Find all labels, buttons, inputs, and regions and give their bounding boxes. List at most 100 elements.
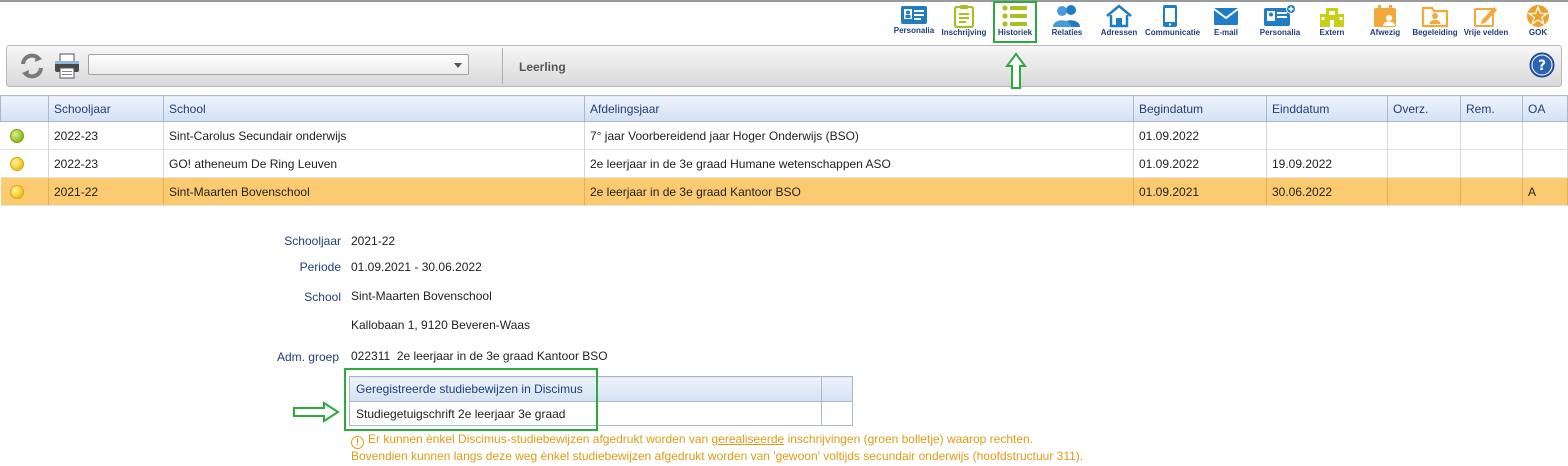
cell-rem <box>1460 177 1523 206</box>
cell-begindatum: 01.09.2021 <box>1133 177 1267 206</box>
school-label: School <box>304 290 341 304</box>
context-select[interactable] <box>88 54 469 75</box>
nav-personalia-extra[interactable]: Personalia <box>1252 3 1308 43</box>
adm-groep-value: 022311 2e leerjaar in de 3e graad Kantoo… <box>351 349 608 363</box>
col-einddatum[interactable]: Einddatum <box>1266 95 1388 122</box>
studiebewijzen-header-extra <box>821 376 853 402</box>
cell-overz <box>1387 177 1461 206</box>
chevron-down-icon <box>454 63 462 68</box>
warning-text-1b: inschrijvingen (groen bolletje) waarop r… <box>784 432 1034 446</box>
col-school[interactable]: School <box>163 95 585 122</box>
cell-schooljaar: 2022-23 <box>48 149 164 178</box>
cell-overz <box>1387 149 1461 178</box>
col-status[interactable] <box>0 95 49 122</box>
table-row[interactable]: 2022-23 GO! atheneum De Ring Leuven 2e l… <box>0 149 1568 178</box>
table-row[interactable]: 2022-23 Sint-Carolus Secundair onderwijs… <box>0 121 1568 150</box>
cell-afdelingsjaar: 7° jaar Voorbereidend jaar Hoger Onderwi… <box>584 121 1134 150</box>
col-rem[interactable]: Rem. <box>1460 95 1523 122</box>
nav-label: GOK <box>1528 28 1548 37</box>
nav-label: Personalia <box>893 26 935 35</box>
nav-gok[interactable]: GOK <box>1513 3 1563 43</box>
calendar-person-icon <box>1374 5 1396 27</box>
nav-extern[interactable]: Extern <box>1307 3 1357 43</box>
printer-icon <box>55 53 79 79</box>
table-row-selected[interactable]: 2021-22 Sint-Maarten Bovenschool 2e leer… <box>0 177 1568 206</box>
adm-groep-code: 022311 <box>351 349 391 363</box>
nav-begeleiding[interactable]: Begeleiding <box>1410 3 1460 43</box>
cell-oa <box>1522 121 1568 150</box>
id-card-plus-icon <box>1264 4 1296 26</box>
cell-rem <box>1460 121 1523 150</box>
nav-vrije-velden[interactable]: Vrije velden <box>1461 3 1511 43</box>
school-address: Kallobaan 1, 9120 Beveren-Waas <box>351 318 531 332</box>
cell-einddatum: 19.09.2022 <box>1266 149 1388 178</box>
phone-icon <box>1163 5 1177 27</box>
house-icon <box>1106 4 1132 28</box>
status-dot-green-icon <box>9 128 24 143</box>
help-icon: ? <box>1529 52 1555 78</box>
warning-text-1a: Er kunnen ènkel Discimus-studiebewijzen … <box>368 432 712 446</box>
table-header-row: Schooljaar School Afdelingsjaar Begindat… <box>0 95 1568 122</box>
cell-begindatum: 01.09.2022 <box>1133 149 1267 178</box>
nav-label: Relaties <box>1051 28 1083 37</box>
col-schooljaar[interactable]: Schooljaar <box>48 95 164 122</box>
toolbar: Leerling ? <box>6 45 1562 87</box>
nav-personalia[interactable]: Personalia <box>889 3 939 43</box>
cell-afdelingsjaar: 2e leerjaar in de 3e graad Kantoor BSO <box>584 177 1134 206</box>
id-card-icon <box>901 6 927 24</box>
col-overz[interactable]: Overz. <box>1387 95 1461 122</box>
cell-oa <box>1522 149 1568 178</box>
list-icon <box>1002 5 1027 27</box>
nav-label: Begeleiding <box>1412 28 1458 37</box>
nav-adressen[interactable]: Adressen <box>1094 3 1144 43</box>
nav-inschrijving[interactable]: Inschrijving <box>939 3 989 43</box>
cell-afdelingsjaar: 2e leerjaar in de 3e graad Humane wetens… <box>584 149 1134 178</box>
cell-school: Sint-Carolus Secundair onderwijs <box>163 121 585 150</box>
nav-label: Communicatie <box>1145 28 1201 37</box>
svg-text:?: ? <box>1538 58 1546 74</box>
cell-begindatum: 01.09.2022 <box>1133 121 1267 150</box>
status-cell <box>0 177 49 206</box>
periode-label: Periode <box>299 260 341 274</box>
warning-link[interactable]: gerealiseerde <box>712 432 785 446</box>
col-afdelingsjaar[interactable]: Afdelingsjaar <box>584 95 1134 122</box>
nav-historiek[interactable]: Historiek <box>993 1 1037 43</box>
nav-afwezig[interactable]: Afwezig <box>1360 3 1410 43</box>
clipboard-icon <box>953 5 975 28</box>
building-icon <box>1320 8 1344 27</box>
toolbar-title: Leerling <box>519 60 566 74</box>
nav-label: Historiek <box>997 28 1033 37</box>
adm-groep-label: Adm. groep <box>276 350 339 364</box>
status-cell <box>0 121 49 150</box>
refresh-button[interactable] <box>17 51 47 81</box>
status-cell <box>0 149 49 178</box>
help-button[interactable]: ? <box>1529 52 1555 78</box>
nav-relaties[interactable]: Relaties <box>1042 3 1092 43</box>
print-button[interactable] <box>52 51 82 81</box>
nav-label: Personalia <box>1259 28 1301 37</box>
cell-oa: A <box>1522 177 1568 206</box>
nav-label: Adressen <box>1100 28 1138 37</box>
adm-groep-name: 2e leerjaar in de 3e graad Kantoor BSO <box>396 349 608 363</box>
folder-person-icon <box>1421 6 1449 28</box>
toolbar-divider <box>502 48 503 84</box>
status-dot-yellow-icon <box>9 156 24 171</box>
nav-email[interactable]: E-mail <box>1201 3 1251 43</box>
periode-value: 01.09.2021 - 30.06.2022 <box>351 260 482 274</box>
schooljaar-value: 2021-22 <box>351 234 396 248</box>
cell-overz <box>1387 121 1461 150</box>
history-table: Schooljaar School Afdelingsjaar Begindat… <box>0 95 1568 206</box>
nav-label: Vrije velden <box>1463 28 1509 37</box>
col-oa[interactable]: OA <box>1522 95 1568 122</box>
annotation-arrow-up-icon <box>1005 52 1027 89</box>
cell-schooljaar: 2022-23 <box>48 121 164 150</box>
warning-line-1: ! Er kunnen ènkel Discimus-studiebewijzen… <box>351 432 1033 449</box>
studiebewijs-extra <box>821 401 853 426</box>
school-value: Sint-Maarten Bovenschool <box>351 289 492 303</box>
people-icon <box>1053 5 1080 27</box>
col-begindatum[interactable]: Begindatum <box>1133 95 1267 122</box>
cell-schooljaar: 2021-22 <box>48 177 164 206</box>
cell-einddatum <box>1266 121 1388 150</box>
nav-communicatie[interactable]: Communicatie <box>1145 3 1201 43</box>
nav-label: Inschrijving <box>941 28 987 37</box>
